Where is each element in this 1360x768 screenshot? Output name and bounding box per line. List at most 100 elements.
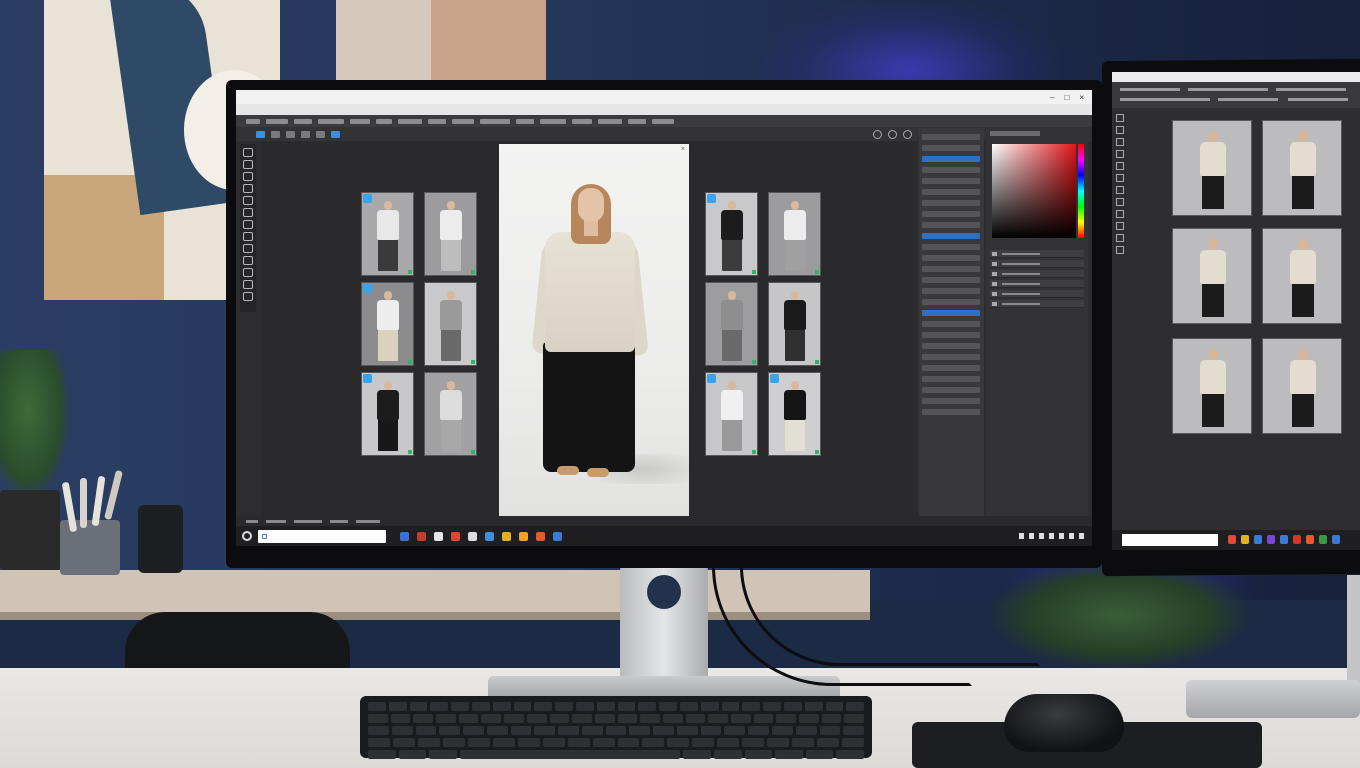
system-tray[interactable] [1019, 533, 1092, 539]
taskbar-app-icon[interactable] [1306, 535, 1314, 544]
photo-thumbnail[interactable] [361, 372, 414, 456]
property-row[interactable] [922, 200, 980, 206]
hue-slider[interactable] [1078, 144, 1084, 238]
close-icon[interactable]: × [1079, 93, 1084, 102]
layer-row[interactable] [990, 290, 1084, 298]
taskbar-app-icon[interactable] [502, 531, 511, 541]
property-row[interactable] [922, 145, 980, 151]
property-row[interactable] [922, 332, 980, 338]
os-taskbar[interactable] [1112, 530, 1360, 550]
taskbar-app-icon[interactable] [1332, 535, 1340, 544]
property-row[interactable] [922, 398, 980, 404]
healing-tool-icon[interactable] [243, 208, 253, 217]
taskbar-app-icon[interactable] [1228, 535, 1236, 544]
taskbar-app-icon[interactable] [434, 531, 443, 541]
photo-thumbnail[interactable] [705, 372, 758, 456]
gradient-tool-icon[interactable] [243, 256, 253, 265]
featured-fashion-photo[interactable]: × [499, 144, 689, 516]
property-row[interactable] [922, 321, 980, 327]
property-row[interactable] [922, 343, 980, 349]
photo-thumbnail[interactable] [705, 282, 758, 366]
eyedropper-tool-icon[interactable] [243, 196, 253, 205]
photo-thumbnail[interactable] [361, 192, 414, 276]
keyboard[interactable] [360, 696, 872, 759]
tools-panel[interactable] [240, 144, 256, 312]
property-row[interactable] [922, 167, 980, 173]
property-row[interactable] [922, 178, 980, 184]
layer-row[interactable] [990, 260, 1084, 268]
tool-icon[interactable] [316, 130, 325, 138]
selection-badge-icon[interactable] [363, 194, 372, 203]
photo-thumbnail[interactable] [424, 192, 477, 276]
rotate-icon[interactable] [903, 129, 912, 139]
shape-tool-icon[interactable] [243, 292, 253, 301]
layer-row[interactable] [990, 250, 1084, 258]
property-row[interactable] [922, 376, 980, 382]
taskbar-app-icon[interactable] [1319, 535, 1327, 544]
taskbar-app-icon[interactable] [468, 531, 477, 541]
taskbar-app-icon[interactable] [1293, 535, 1301, 544]
taskbar-app-icon[interactable] [1254, 535, 1262, 544]
property-row[interactable] [922, 233, 980, 239]
photo-thumbnail[interactable] [1262, 338, 1342, 434]
layer-row[interactable] [990, 270, 1084, 278]
tools-panel[interactable] [1116, 114, 1126, 314]
property-row[interactable] [922, 211, 980, 217]
property-row[interactable] [922, 288, 980, 294]
property-row[interactable] [922, 365, 980, 371]
maximize-icon[interactable]: □ [1064, 93, 1069, 102]
property-row[interactable] [922, 134, 980, 140]
property-row[interactable] [922, 387, 980, 393]
close-icon[interactable]: × [681, 146, 685, 153]
photo-thumbnail[interactable] [1172, 228, 1252, 324]
tool-icon[interactable] [286, 130, 295, 138]
computer-mouse[interactable] [1004, 694, 1124, 752]
selection-badge-icon[interactable] [707, 194, 716, 203]
crop-tool-icon[interactable] [243, 184, 253, 193]
photo-thumbnail[interactable] [1172, 120, 1252, 216]
layer-row[interactable] [990, 300, 1084, 308]
taskbar-search-input[interactable] [258, 529, 386, 543]
taskbar-app-icon[interactable] [451, 531, 460, 541]
photo-thumbnail[interactable] [361, 282, 414, 366]
window-controls[interactable]: – □ × [1050, 93, 1092, 102]
taskbar-app-icon[interactable] [553, 531, 562, 541]
taskbar-app-icon[interactable] [400, 531, 409, 541]
lasso-tool-icon[interactable] [243, 172, 253, 181]
property-row[interactable] [922, 409, 980, 415]
photo-thumbnail[interactable] [1262, 228, 1342, 324]
property-row[interactable] [922, 299, 980, 305]
property-row[interactable] [922, 310, 980, 316]
photo-thumbnail[interactable] [768, 282, 821, 366]
color-panel[interactable] [986, 128, 1088, 516]
properties-panel[interactable] [919, 128, 984, 516]
taskbar-app-icon[interactable] [417, 531, 426, 541]
move-tool-icon[interactable] [256, 130, 265, 138]
photo-thumbnail[interactable] [768, 192, 821, 276]
selection-badge-icon[interactable] [707, 374, 716, 383]
hand-icon[interactable] [888, 129, 897, 139]
taskbar-app-icon[interactable] [1267, 535, 1275, 544]
property-row[interactable] [922, 189, 980, 195]
color-picker-field[interactable] [992, 144, 1076, 238]
taskbar-app-icon[interactable] [1280, 535, 1288, 544]
taskbar-app-icon[interactable] [536, 531, 545, 541]
photo-thumbnail[interactable] [1262, 120, 1342, 216]
clone-tool-icon[interactable] [243, 232, 253, 241]
options-bar[interactable] [236, 115, 1092, 127]
pen-tool-icon[interactable] [243, 268, 253, 277]
taskbar-app-icon[interactable] [519, 531, 528, 541]
selection-badge-icon[interactable] [363, 284, 372, 293]
photo-thumbnail[interactable] [768, 372, 821, 456]
selection-badge-icon[interactable] [363, 374, 372, 383]
photo-thumbnail[interactable] [705, 192, 758, 276]
taskbar-search-input[interactable] [1122, 534, 1218, 546]
property-row[interactable] [922, 255, 980, 261]
brush-tool-icon[interactable] [243, 220, 253, 229]
start-icon[interactable] [242, 531, 252, 541]
selection-badge-icon[interactable] [770, 374, 779, 383]
tool-icon[interactable] [271, 130, 280, 138]
text-tool-icon[interactable] [243, 280, 253, 289]
taskbar-app-icon[interactable] [1241, 535, 1249, 544]
minimize-icon[interactable]: – [1050, 93, 1054, 102]
